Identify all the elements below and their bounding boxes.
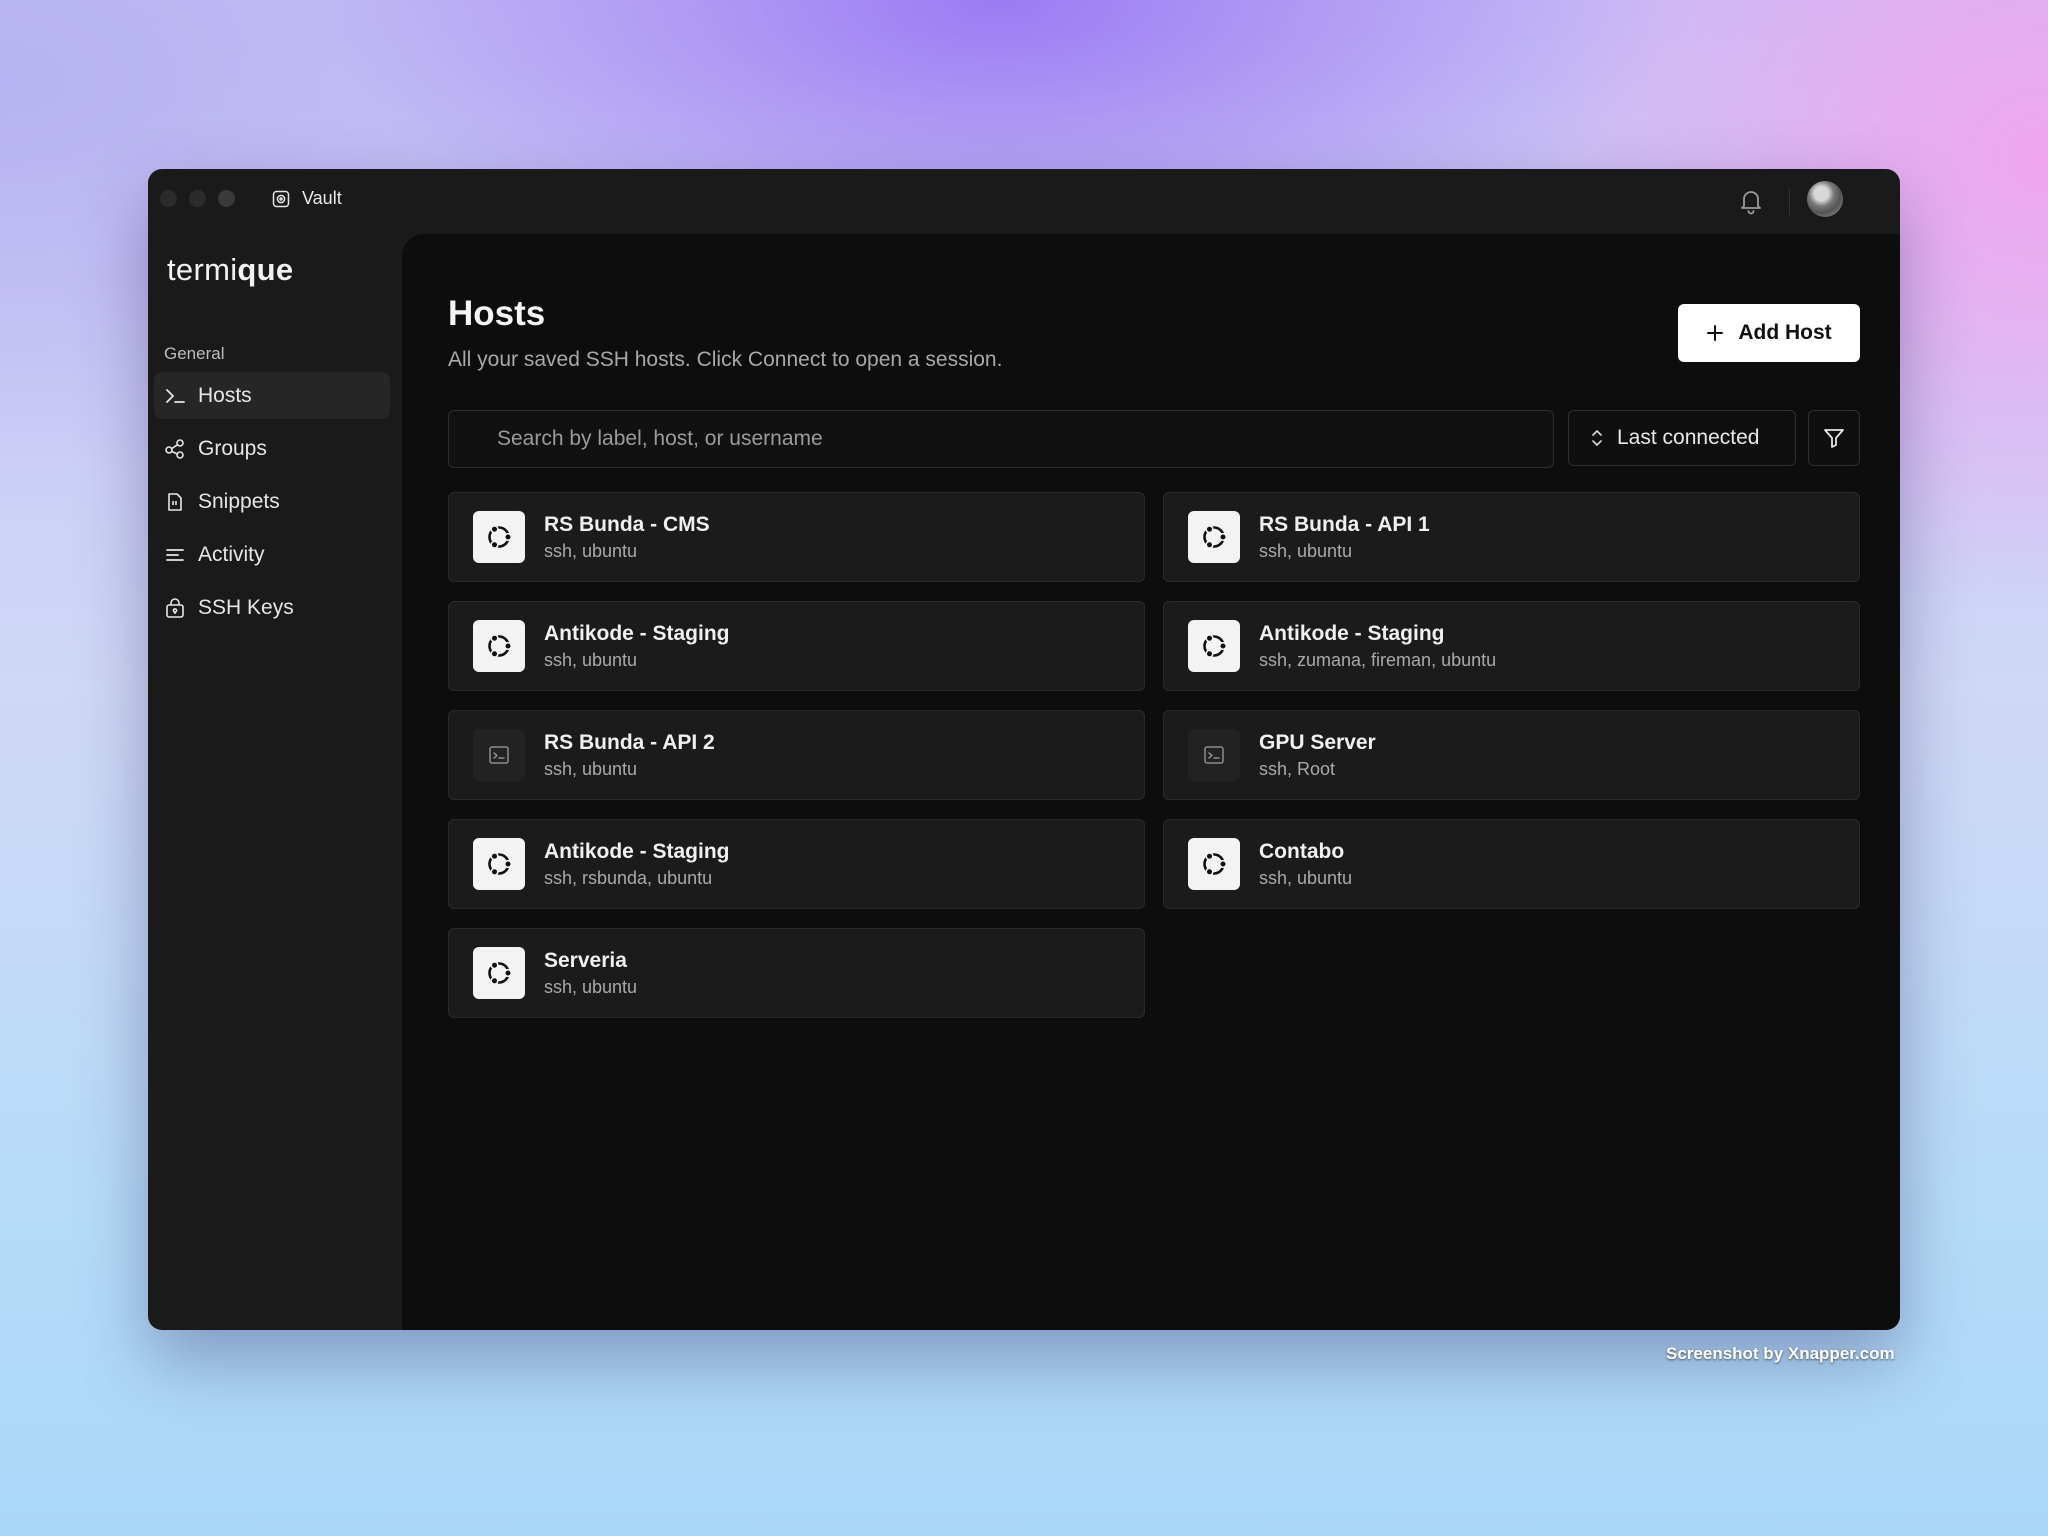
screenshot-credit: Screenshot by Xnapper.com: [1666, 1344, 1895, 1363]
sidebar-item-label: Hosts: [198, 383, 252, 407]
groups-icon: [165, 438, 184, 459]
bell-icon[interactable]: [1738, 187, 1764, 215]
host-name: Contabo: [1259, 839, 1345, 863]
host-text: Antikode - Staging ssh, rsbunda, ubuntu: [544, 840, 730, 889]
host-card[interactable]: RS Bunda - API 1 ssh, ubuntu: [1163, 492, 1860, 582]
chevron-up-down-icon: [1592, 430, 1602, 446]
host-name: GPU Server: [1259, 730, 1376, 754]
maximize-window-button[interactable]: [218, 190, 235, 207]
window-title: Vault: [302, 188, 342, 208]
sidebar-item-hosts[interactable]: Hosts: [154, 372, 390, 419]
hosts-grid: RS Bunda - CMS ssh, ubuntu RS Bunda - API …: [448, 492, 1860, 1018]
ubuntu-icon: [473, 620, 525, 672]
host-text: RS Bunda - API 2 ssh, ubuntu: [544, 731, 715, 780]
terminal-icon: [1188, 729, 1240, 781]
filter-icon: [1824, 429, 1844, 448]
host-text: GPU Server ssh, Root: [1259, 731, 1376, 780]
ubuntu-icon: [1188, 620, 1240, 672]
host-text: RS Bunda - API 1 ssh, ubuntu: [1259, 513, 1430, 562]
ubuntu-icon: [1188, 838, 1240, 890]
sidebar-item-groups[interactable]: Groups: [154, 425, 390, 472]
sort-select[interactable]: Last connected: [1568, 410, 1796, 466]
sidebar-item-activity[interactable]: Activity: [154, 531, 390, 578]
host-card[interactable]: Antikode - Staging ssh, ubuntu: [448, 601, 1145, 691]
ubuntu-icon: [473, 838, 525, 890]
host-name: Antikode - Staging: [1259, 621, 1445, 645]
vault-icon: [272, 190, 290, 207]
snippets-icon: [168, 492, 182, 511]
minimize-window-button[interactable]: [189, 190, 206, 207]
main-panel: Hosts All your saved SSH hosts. Click Co…: [402, 234, 1900, 1330]
sidebar-item-label: Snippets: [198, 489, 280, 513]
host-tags: ssh, ubuntu: [1259, 867, 1353, 888]
key-lock-icon: [166, 597, 184, 618]
host-name: RS Bunda - API 2: [544, 730, 715, 754]
host-text: Antikode - Staging ssh, zumana, fireman, …: [1259, 622, 1496, 671]
title-bar: Vault: [148, 169, 1900, 234]
host-tags: ssh, ubuntu: [544, 649, 638, 670]
app-logo: termique: [167, 252, 294, 287]
vault-tab[interactable]: Vault: [272, 188, 342, 209]
host-card[interactable]: Antikode - Staging ssh, rsbunda, ubuntu: [448, 819, 1145, 909]
host-tags: ssh, ubuntu: [544, 976, 638, 997]
sidebar-item-label: Groups: [198, 436, 267, 460]
host-name: Antikode - Staging: [544, 621, 730, 645]
filter-button[interactable]: [1808, 410, 1860, 466]
add-host-label: Add Host: [1738, 321, 1832, 344]
sidebar-item-snippets[interactable]: Snippets: [154, 478, 390, 525]
host-tags: ssh, rsbunda, ubuntu: [544, 867, 713, 888]
page-subtitle: All your saved SSH hosts. Click Connect …: [448, 348, 1003, 371]
titlebar-divider: [1789, 189, 1790, 215]
host-card[interactable]: Contabo ssh, ubuntu: [1163, 819, 1860, 909]
host-card[interactable]: RS Bunda - CMS ssh, ubuntu: [448, 492, 1145, 582]
host-text: RS Bunda - CMS ssh, ubuntu: [544, 513, 710, 562]
host-name: RS Bunda - API 1: [1259, 512, 1430, 536]
host-text: Antikode - Staging ssh, ubuntu: [544, 622, 730, 671]
host-text: Serveria ssh, ubuntu: [544, 949, 637, 998]
ubuntu-icon: [1188, 511, 1240, 563]
page-title: Hosts: [448, 294, 546, 333]
host-name: RS Bunda - CMS: [544, 512, 710, 536]
add-host-button[interactable]: Add Host: [1678, 304, 1860, 362]
terminal-prompt-icon: [166, 388, 185, 403]
sidebar-item-label: Activity: [198, 542, 265, 566]
host-card[interactable]: RS Bunda - API 2 ssh, ubuntu: [448, 710, 1145, 800]
host-card[interactable]: GPU Server ssh, Root: [1163, 710, 1860, 800]
avatar[interactable]: [1807, 181, 1843, 217]
host-tags: ssh, zumana, fireman, ubuntu: [1259, 649, 1497, 670]
host-name: Antikode - Staging: [544, 839, 730, 863]
sidebar: termique General Hosts Groups Snippets A…: [148, 234, 402, 1330]
host-tags: ssh, ubuntu: [544, 540, 638, 561]
terminal-icon: [473, 729, 525, 781]
host-tags: ssh, ubuntu: [1259, 540, 1353, 561]
sort-label: Last connected: [1617, 426, 1760, 449]
plus-icon: [1707, 325, 1724, 341]
sidebar-item-label: SSH Keys: [198, 595, 294, 619]
search-input[interactable]: [448, 410, 1554, 468]
app-window: Vault termique General Hosts Groups Snip…: [148, 169, 1900, 1330]
ubuntu-icon: [473, 511, 525, 563]
host-tags: ssh, Root: [1259, 758, 1336, 779]
host-tags: ssh, ubuntu: [544, 758, 638, 779]
sidebar-section-label: General: [164, 344, 225, 363]
sidebar-item-ssh-keys[interactable]: SSH Keys: [154, 584, 390, 631]
close-window-button[interactable]: [160, 190, 177, 207]
host-name: Serveria: [544, 948, 627, 972]
activity-icon: [166, 548, 184, 561]
sidebar-nav: Hosts Groups Snippets Activity SSH Keys: [154, 372, 390, 637]
host-text: Contabo ssh, ubuntu: [1259, 840, 1352, 889]
host-card[interactable]: Antikode - Staging ssh, zumana, fireman, …: [1163, 601, 1860, 691]
host-card[interactable]: Serveria ssh, ubuntu: [448, 928, 1145, 1018]
ubuntu-icon: [473, 947, 525, 999]
